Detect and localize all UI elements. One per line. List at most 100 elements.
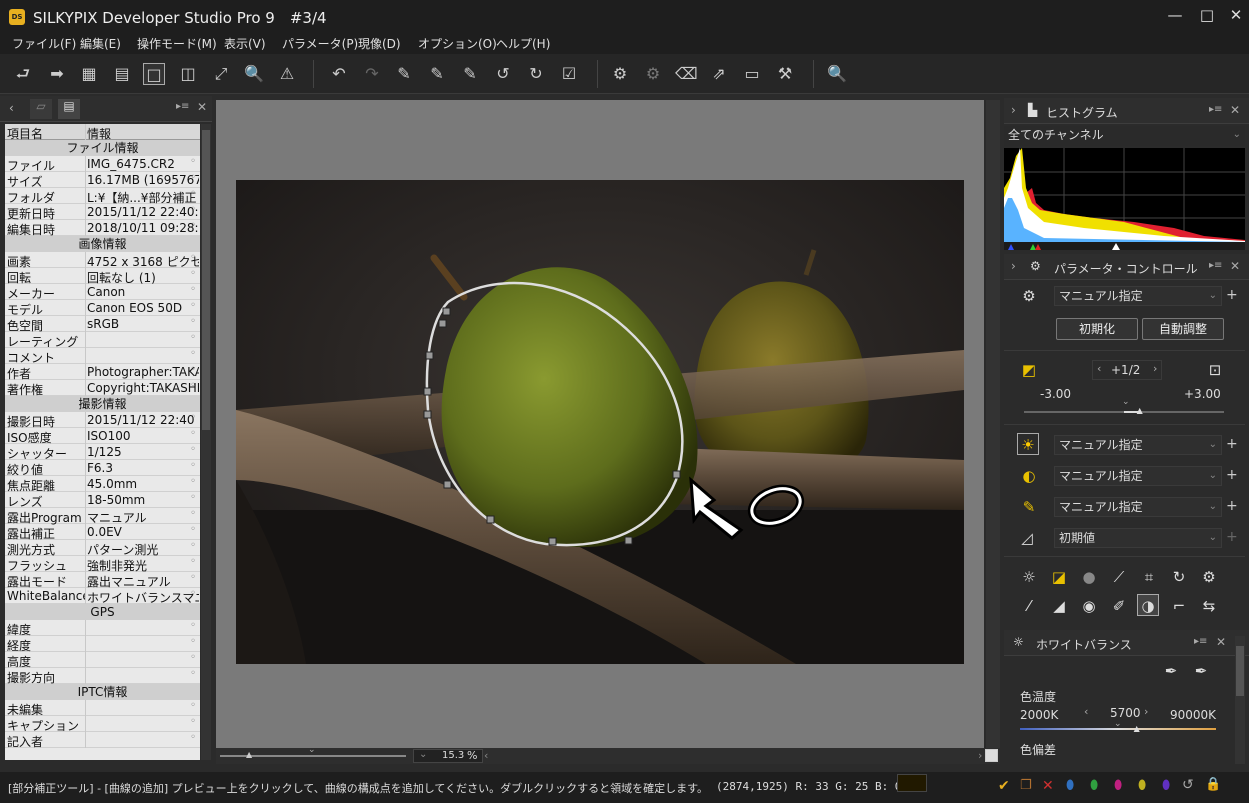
edit-marker-icon[interactable]: ◦: [190, 252, 196, 263]
rotate-right-icon[interactable]: ↻: [525, 63, 547, 85]
edit-marker-icon[interactable]: ◦: [190, 316, 196, 327]
sun-tool-icon[interactable]: ☼: [1018, 566, 1040, 588]
edit-marker-icon[interactable]: ◦: [190, 540, 196, 551]
undo-mark-icon[interactable]: ↺: [1182, 777, 1194, 793]
tone-preset-select[interactable]: マニュアル指定 ⌄: [1054, 466, 1222, 486]
exposure-auto-icon[interactable]: ⊡: [1204, 359, 1226, 381]
previous-image-icon[interactable]: ⮐: [12, 63, 34, 85]
add-wb-preset-icon[interactable]: +: [1226, 436, 1238, 452]
menu-operation-mode[interactable]: 操作モード(M): [137, 35, 217, 52]
edit-marker-icon[interactable]: ◦: [190, 172, 196, 183]
increment-icon[interactable]: ›: [1153, 362, 1157, 375]
add-tone-preset-icon[interactable]: +: [1226, 467, 1238, 483]
edit-marker-icon[interactable]: ◦: [190, 524, 196, 535]
edit-marker-icon[interactable]: ◦: [190, 700, 196, 711]
exposure-slider[interactable]: [1024, 411, 1224, 413]
partial-correction-tool-icon[interactable]: ◑: [1137, 594, 1159, 616]
blue-tag-icon[interactable]: ⬮: [1066, 778, 1074, 793]
next-image-icon[interactable]: ➡: [46, 63, 68, 85]
info-row[interactable]: 色空間 sRGB ◦: [5, 316, 200, 333]
zoom-dropdown-chevron-icon[interactable]: ⌄: [419, 749, 427, 760]
green-tag-icon[interactable]: ⬮: [1090, 778, 1098, 793]
info-row[interactable]: レンズ 18-50mm ◦: [5, 492, 200, 509]
panel-menu-icon[interactable]: ▸≡: [1209, 104, 1222, 115]
info-row[interactable]: 経度 ◦: [5, 636, 200, 653]
panel-menu-icon[interactable]: ▸≡: [1209, 260, 1222, 271]
highlight-tool-icon[interactable]: ⟋: [1108, 566, 1130, 588]
edit-marker-icon[interactable]: ◦: [190, 556, 196, 567]
edit-marker-icon[interactable]: ◦: [190, 364, 196, 375]
batch-develop-icon[interactable]: ⚙: [642, 63, 664, 85]
reset-button[interactable]: 初期化: [1056, 318, 1138, 340]
menu-parameter[interactable]: パラメータ(P): [282, 35, 358, 52]
paste-parameters-icon[interactable]: ✎: [426, 63, 448, 85]
expand-icon[interactable]: ›: [1011, 259, 1016, 273]
wb-scrollbar-thumb[interactable]: [1236, 646, 1244, 696]
preview-image[interactable]: [236, 180, 964, 664]
info-tab-icon[interactable]: ▤: [58, 99, 80, 119]
white-balance-icon[interactable]: ☀: [1017, 433, 1039, 455]
param-preset-select[interactable]: マニュアル指定 ⌄: [1054, 286, 1222, 306]
close-button[interactable]: ✕: [1224, 4, 1248, 26]
tool-icon[interactable]: ⚒: [774, 63, 796, 85]
info-row[interactable]: 更新日時 2015/11/12 22:40:3 ◦: [5, 204, 200, 221]
info-row[interactable]: 絞り値 F6.3 ◦: [5, 460, 200, 477]
edit-marker-icon[interactable]: ◦: [190, 380, 196, 391]
auto-adjust-button[interactable]: 自動調整: [1142, 318, 1224, 340]
info-section-header[interactable]: 画像情報: [5, 236, 200, 252]
edit-marker-icon[interactable]: ◦: [190, 636, 196, 647]
histogram-header[interactable]: › ▙ ヒストグラム ▸≡ ✕: [1004, 98, 1249, 124]
sharp-preset-select[interactable]: 初期値 ⌄: [1054, 528, 1222, 548]
decrement-icon[interactable]: ‹: [1084, 705, 1088, 718]
copy-mark-icon[interactable]: ❐: [1020, 778, 1032, 793]
zoom-slider-thumb[interactable]: ▲: [246, 750, 252, 759]
scroll-right-icon[interactable]: ›: [978, 749, 982, 762]
menu-develop[interactable]: 現像(D): [358, 35, 401, 52]
edit-marker-icon[interactable]: ◦: [190, 188, 196, 199]
info-row[interactable]: コメント ◦: [5, 348, 200, 365]
preview-vscrollbar[interactable]: [986, 100, 1000, 748]
edit-marker-icon[interactable]: ◦: [190, 428, 196, 439]
eye-tool-icon[interactable]: ◉: [1078, 595, 1100, 617]
maximize-button[interactable]: □: [1195, 4, 1219, 26]
info-row[interactable]: キャプション ◦: [5, 716, 200, 733]
display-icon[interactable]: ▭: [741, 63, 763, 85]
info-row[interactable]: 露出モード 露出マニュアル ◦: [5, 572, 200, 589]
paste-select-icon[interactable]: ✎: [459, 63, 481, 85]
info-row[interactable]: ファイル IMG_6475.CR2 ◦: [5, 156, 200, 173]
info-section-header[interactable]: IPTC情報: [5, 684, 200, 700]
thumbnail-grid-icon[interactable]: ▦: [78, 63, 100, 85]
edit-marker-icon[interactable]: ◦: [190, 444, 196, 455]
menu-options[interactable]: オプション(O): [418, 35, 497, 52]
exposure-tool-icon[interactable]: ◪: [1048, 566, 1070, 588]
transform-tool-icon[interactable]: ⇆: [1198, 595, 1220, 617]
yellow-tag-icon[interactable]: ⬮: [1138, 778, 1146, 793]
edit-marker-icon[interactable]: ◦: [190, 284, 196, 295]
redo-icon[interactable]: ↷: [361, 63, 383, 85]
menu-edit[interactable]: 編集(E): [80, 35, 121, 52]
gradient-tool-icon[interactable]: ◢: [1048, 595, 1070, 617]
fullscreen-icon[interactable]: ⤢: [210, 63, 232, 85]
edit-marker-icon[interactable]: ◦: [190, 348, 196, 359]
zoom-field[interactable]: ⌄ 15.3 %: [413, 749, 483, 763]
info-section-header[interactable]: ファイル情報: [5, 140, 200, 156]
white-balance-header[interactable]: ☼ ホワイトバランス ▸≡ ✕: [1004, 630, 1249, 656]
info-row[interactable]: WhiteBalanceホワイトバランスマニュアル◦: [5, 588, 200, 605]
edit-marker-icon[interactable]: ◦: [190, 492, 196, 503]
edit-marker-icon[interactable]: ◦: [190, 220, 196, 231]
rotate-left-icon[interactable]: ↺: [492, 63, 514, 85]
info-row[interactable]: フォルダ L:¥【納...¥部分補正 ◦: [5, 188, 200, 205]
crop-tool-icon[interactable]: ⌐: [1168, 595, 1190, 617]
histogram-channel-select[interactable]: 全てのチャンネル ⌄: [1004, 126, 1245, 146]
gear-icon[interactable]: ⚙: [1018, 285, 1040, 307]
export-icon[interactable]: ⇗: [708, 63, 730, 85]
exposure-slider-thumb[interactable]: ▲: [1137, 406, 1143, 415]
info-row[interactable]: サイズ 16.17MB (16957675 ◦: [5, 172, 200, 189]
wb-eyedropper-gray-icon[interactable]: ✒: [1190, 660, 1212, 682]
warning-icon[interactable]: ⚠: [276, 63, 298, 85]
info-row[interactable]: 画素4752 x 3168 ピクセル◦: [5, 252, 200, 269]
panel-close-icon[interactable]: ✕: [1230, 103, 1240, 117]
zoom-icon[interactable]: 🔍: [243, 63, 265, 85]
add-sharp-preset-icon[interactable]: +: [1226, 529, 1238, 545]
add-color-preset-icon[interactable]: +: [1226, 498, 1238, 514]
